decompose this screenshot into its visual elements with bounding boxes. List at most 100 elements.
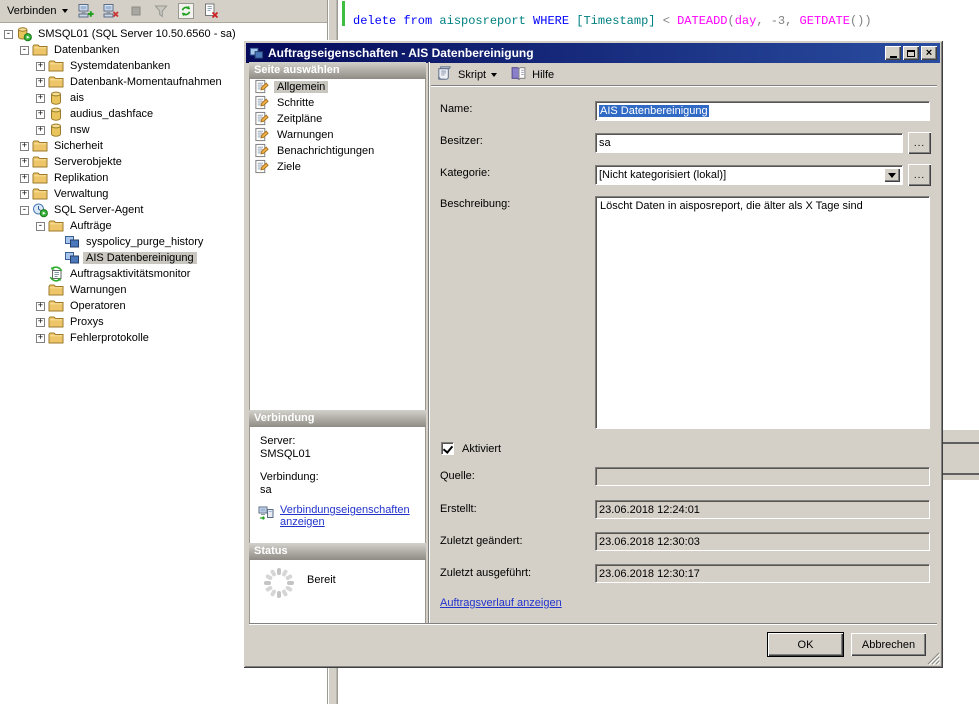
expand-icon[interactable]: + [36,62,45,71]
tree-item-label: Serverobjekte [51,156,125,168]
resize-grip[interactable] [927,652,940,665]
job-icon [64,234,80,250]
job-properties-dialog: Auftragseigenschaften - AIS Datenbereini… [243,40,943,668]
monitor-icon [48,266,64,282]
folder-icon [32,186,48,202]
expand-icon[interactable]: + [36,78,45,87]
sql-token: ( [728,14,735,28]
folder-icon [32,138,48,154]
footer-separator [249,623,937,625]
page-item-label: Zeitpläne [274,113,325,125]
created-field: 23.06.2018 12:24:01 [595,500,930,519]
job-history-link[interactable]: Auftragsverlauf anzeigen [440,597,562,609]
ok-button[interactable]: OK [768,633,843,656]
name-label: Name: [440,103,472,115]
sql-query-text[interactable]: delete from aisposreport WHERE [Timestam… [353,14,872,28]
tree-item-label: AIS Datenbereinigung [83,252,197,264]
tree-item-label: Verwaltung [51,188,111,200]
collapse-icon[interactable]: - [20,46,29,55]
page-item-allgemein[interactable]: Allgemein [250,79,425,95]
screen: Verbinden -SMSQL01 (SQL Server 10.50.656… [0,0,979,704]
expand-icon[interactable]: + [36,110,45,119]
delete-script-button[interactable] [200,1,222,21]
toolbar-icon-group [75,1,222,21]
owner-input[interactable]: sa [595,133,903,153]
tree-item-label: ais [67,92,87,104]
connection-properties-icon [258,505,274,521]
expand-icon[interactable]: + [20,158,29,167]
close-button[interactable]: × [921,46,937,60]
connection-panel: Server: SMSQL01 Verbindung: sa Verbindun… [249,427,426,543]
refresh-button[interactable] [175,1,197,21]
pages-list: AllgemeinSchritte Zeitpläne Warnungen Benac… [249,79,426,410]
connection-properties-link[interactable]: Verbindungseigenschaften anzeigen [280,504,420,528]
owner-input-value: sa [599,137,611,149]
sql-token: delete from [353,14,439,28]
page-item-label: Benachrichtigungen [274,145,377,157]
sql-token: [Timestamp] [576,14,662,28]
collapse-icon[interactable]: - [36,222,45,231]
description-text: Löscht Daten in aisposreport, die älter … [600,200,863,212]
collapse-icon[interactable]: - [20,206,29,215]
expand-icon[interactable]: + [20,142,29,151]
enabled-checkbox[interactable] [441,442,454,455]
description-textarea[interactable]: Löscht Daten in aisposreport, die älter … [595,196,930,429]
collapse-icon[interactable]: - [4,30,13,39]
folder-icon [48,218,64,234]
expand-icon[interactable]: + [36,318,45,327]
help-button[interactable]: Hilfe [532,69,554,81]
modified-label: Zuletzt geändert: [440,535,523,547]
database-icon [48,106,64,122]
category-label: Kategorie: [440,167,490,179]
page-item-warnungen[interactable]: Warnungen [250,127,425,143]
tree-item-label: Fehlerprotokolle [67,332,152,344]
sql-token: WHERE [533,14,576,28]
connect-server-icon [78,3,94,19]
dialog-titlebar[interactable]: Auftragseigenschaften - AIS Datenbereini… [246,43,940,63]
script-icon [436,65,453,85]
expand-icon[interactable]: + [36,302,45,311]
maximize-button[interactable] [903,46,919,60]
page-icon [254,159,270,175]
category-browse-button[interactable]: ... [908,164,931,186]
page-item-schritte[interactable]: Schritte [250,95,425,111]
tree-item-label: Datenbanken [51,44,122,56]
close-icon: × [926,48,932,58]
sql-token: DATEADD [677,14,727,28]
page-item-label: Ziele [274,161,304,173]
created-label: Erstellt: [440,503,477,515]
disconnect-button[interactable] [100,1,122,21]
connect-server-button[interactable] [75,1,97,21]
tree-item-label: Datenbank-Momentaufnahmen [67,76,225,88]
tree-item-label: Systemdatenbanken [67,60,173,72]
minimize-icon [890,56,897,58]
dropdown-arrow-button[interactable] [884,168,900,182]
minimize-button[interactable] [885,46,901,60]
folder-icon [48,74,64,90]
connect-menu-label: Verbinden [7,5,57,17]
tree-item-label: audius_dashface [67,108,156,120]
page-item-benachrichtigungen[interactable]: Benachrichtigungen [250,143,425,159]
chevron-down-icon[interactable] [491,73,497,77]
tree-item-label: Replikation [51,172,111,184]
filter-button [150,1,172,21]
stop-icon [128,3,144,19]
cancel-button[interactable]: Abbrechen [851,633,926,656]
tree-item-label: Operatoren [67,300,129,312]
executed-label: Zuletzt ausgeführt: [440,567,531,579]
expand-icon[interactable]: + [36,126,45,135]
script-button[interactable]: Skript [458,69,486,81]
name-input-value: AIS Datenbereinigung [599,105,709,117]
object-explorer-toolbar: Verbinden [0,0,328,23]
expand-icon[interactable]: + [20,190,29,199]
category-select[interactable]: [Nicht kategorisiert (lokal)] [595,165,903,185]
page-item-ziele[interactable]: Ziele [250,159,425,175]
expand-icon[interactable]: + [36,94,45,103]
page-item-zeitpläne[interactable]: Zeitpläne [250,111,425,127]
name-input[interactable]: AIS Datenbereinigung [595,101,930,121]
owner-browse-button[interactable]: ... [908,132,931,154]
expand-icon[interactable]: + [36,334,45,343]
connect-menu-button[interactable]: Verbinden [3,3,72,19]
expand-icon[interactable]: + [20,174,29,183]
tree-item-label: nsw [67,124,93,136]
